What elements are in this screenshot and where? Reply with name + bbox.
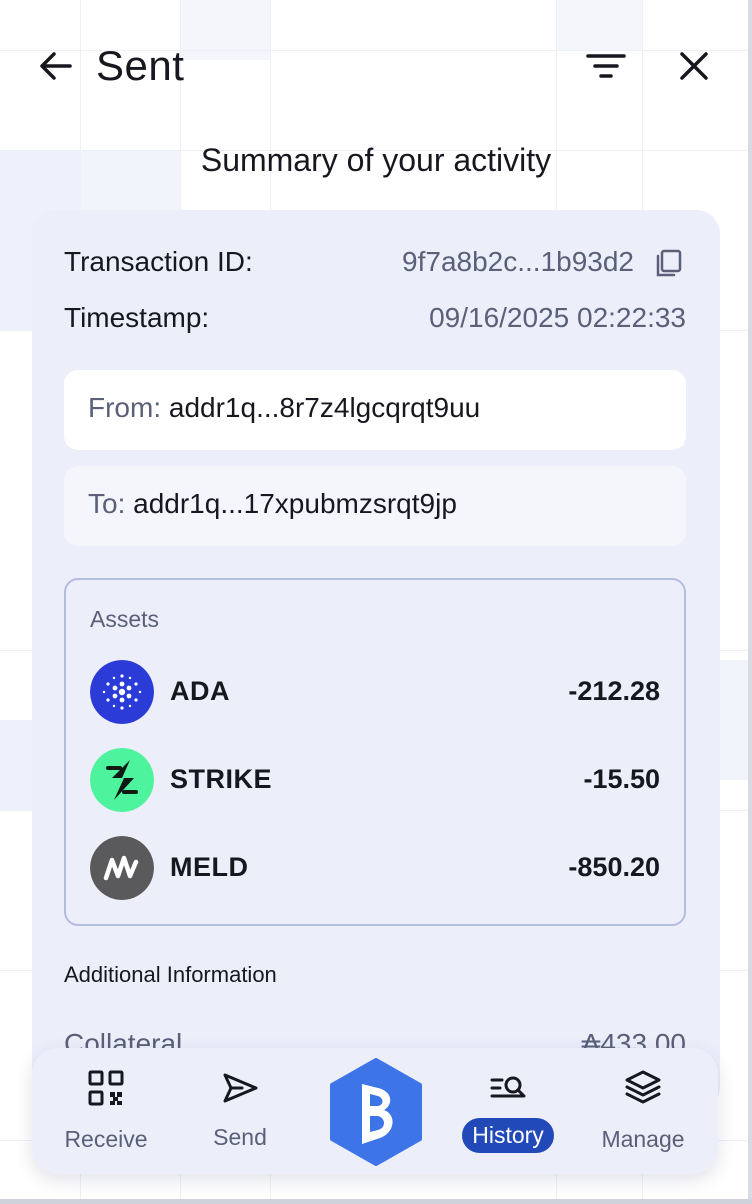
transaction-summary-card: Transaction ID: 9f7a8b2c...1b93d2 Timest… (32, 210, 720, 1110)
nav-label: Manage (601, 1126, 685, 1152)
cardano-icon (90, 660, 154, 724)
copy-button[interactable] (652, 246, 686, 280)
from-address-box: From: addr1q...8r7z4lgcqrqt9uu (64, 370, 686, 450)
qr-code-icon (88, 1070, 124, 1106)
summary-heading: Summary of your activity (200, 142, 552, 178)
transaction-id-row: Transaction ID: 9f7a8b2c...1b93d2 (64, 242, 686, 282)
asset-amount: -850.20 (568, 852, 660, 882)
page-title: Sent (96, 42, 185, 89)
nav-label: History (452, 1118, 564, 1153)
close-icon (680, 52, 708, 80)
window-edge (748, 0, 752, 1204)
asset-row-meld: MELD -850.20 (90, 836, 660, 900)
back-button[interactable] (36, 46, 76, 86)
nav-label: Receive (64, 1126, 148, 1152)
asset-amount: -212.28 (568, 676, 660, 706)
close-button[interactable] (674, 46, 714, 86)
timestamp-label: Timestamp: (64, 302, 210, 333)
meld-icon (90, 836, 154, 900)
from-address: addr1q...8r7z4lgcqrqt9uu (168, 392, 481, 423)
filter-button[interactable] (584, 48, 628, 84)
to-label: To: (88, 488, 126, 519)
asset-name: STRIKE (170, 764, 273, 794)
strike-icon (90, 748, 154, 812)
transaction-id-value: 9f7a8b2c...1b93d2 (402, 246, 634, 277)
nav-manage[interactable]: Manage (576, 1048, 710, 1174)
bottom-nav: Receive Send History Manage (32, 1048, 718, 1174)
send-icon (223, 1073, 258, 1103)
layers-icon (625, 1070, 661, 1104)
history-icon (490, 1076, 526, 1098)
to-address: addr1q...17xpubmzsrqt9jp (133, 488, 457, 519)
nav-history[interactable]: History (452, 1048, 564, 1174)
to-address-box: To: addr1q...17xpubmzsrqt9jp (64, 466, 686, 546)
brand-logo-icon (330, 1058, 422, 1166)
asset-row-ada: ADA -212.28 (90, 660, 660, 724)
asset-row-strike: STRIKE -15.50 (90, 748, 660, 812)
nav-label: Send (213, 1124, 267, 1150)
timestamp-value: 09/16/2025 02:22:33 (429, 302, 686, 333)
window-edge (0, 1199, 752, 1204)
nav-send[interactable]: Send (180, 1048, 300, 1174)
asset-amount: -15.50 (583, 764, 660, 794)
timestamp-row: Timestamp: 09/16/2025 02:22:33 (64, 298, 686, 338)
assets-box: Assets ADA -212.28 STRIKE -15.50 MELD -8… (64, 578, 686, 926)
asset-name: MELD (170, 852, 249, 882)
nav-receive[interactable]: Receive (40, 1048, 172, 1174)
transaction-id-label: Transaction ID: (64, 246, 253, 277)
brand-home-button[interactable] (326, 1058, 426, 1166)
filter-icon (586, 54, 626, 78)
from-label: From: (88, 392, 162, 423)
asset-name: ADA (170, 676, 230, 706)
header-bar: Sent (0, 32, 752, 102)
arrow-left-icon (40, 52, 72, 80)
nav-label-text: History (462, 1118, 554, 1153)
additional-info-heading: Additional Information (64, 962, 277, 987)
assets-heading: Assets (90, 606, 160, 632)
copy-icon (656, 249, 682, 277)
